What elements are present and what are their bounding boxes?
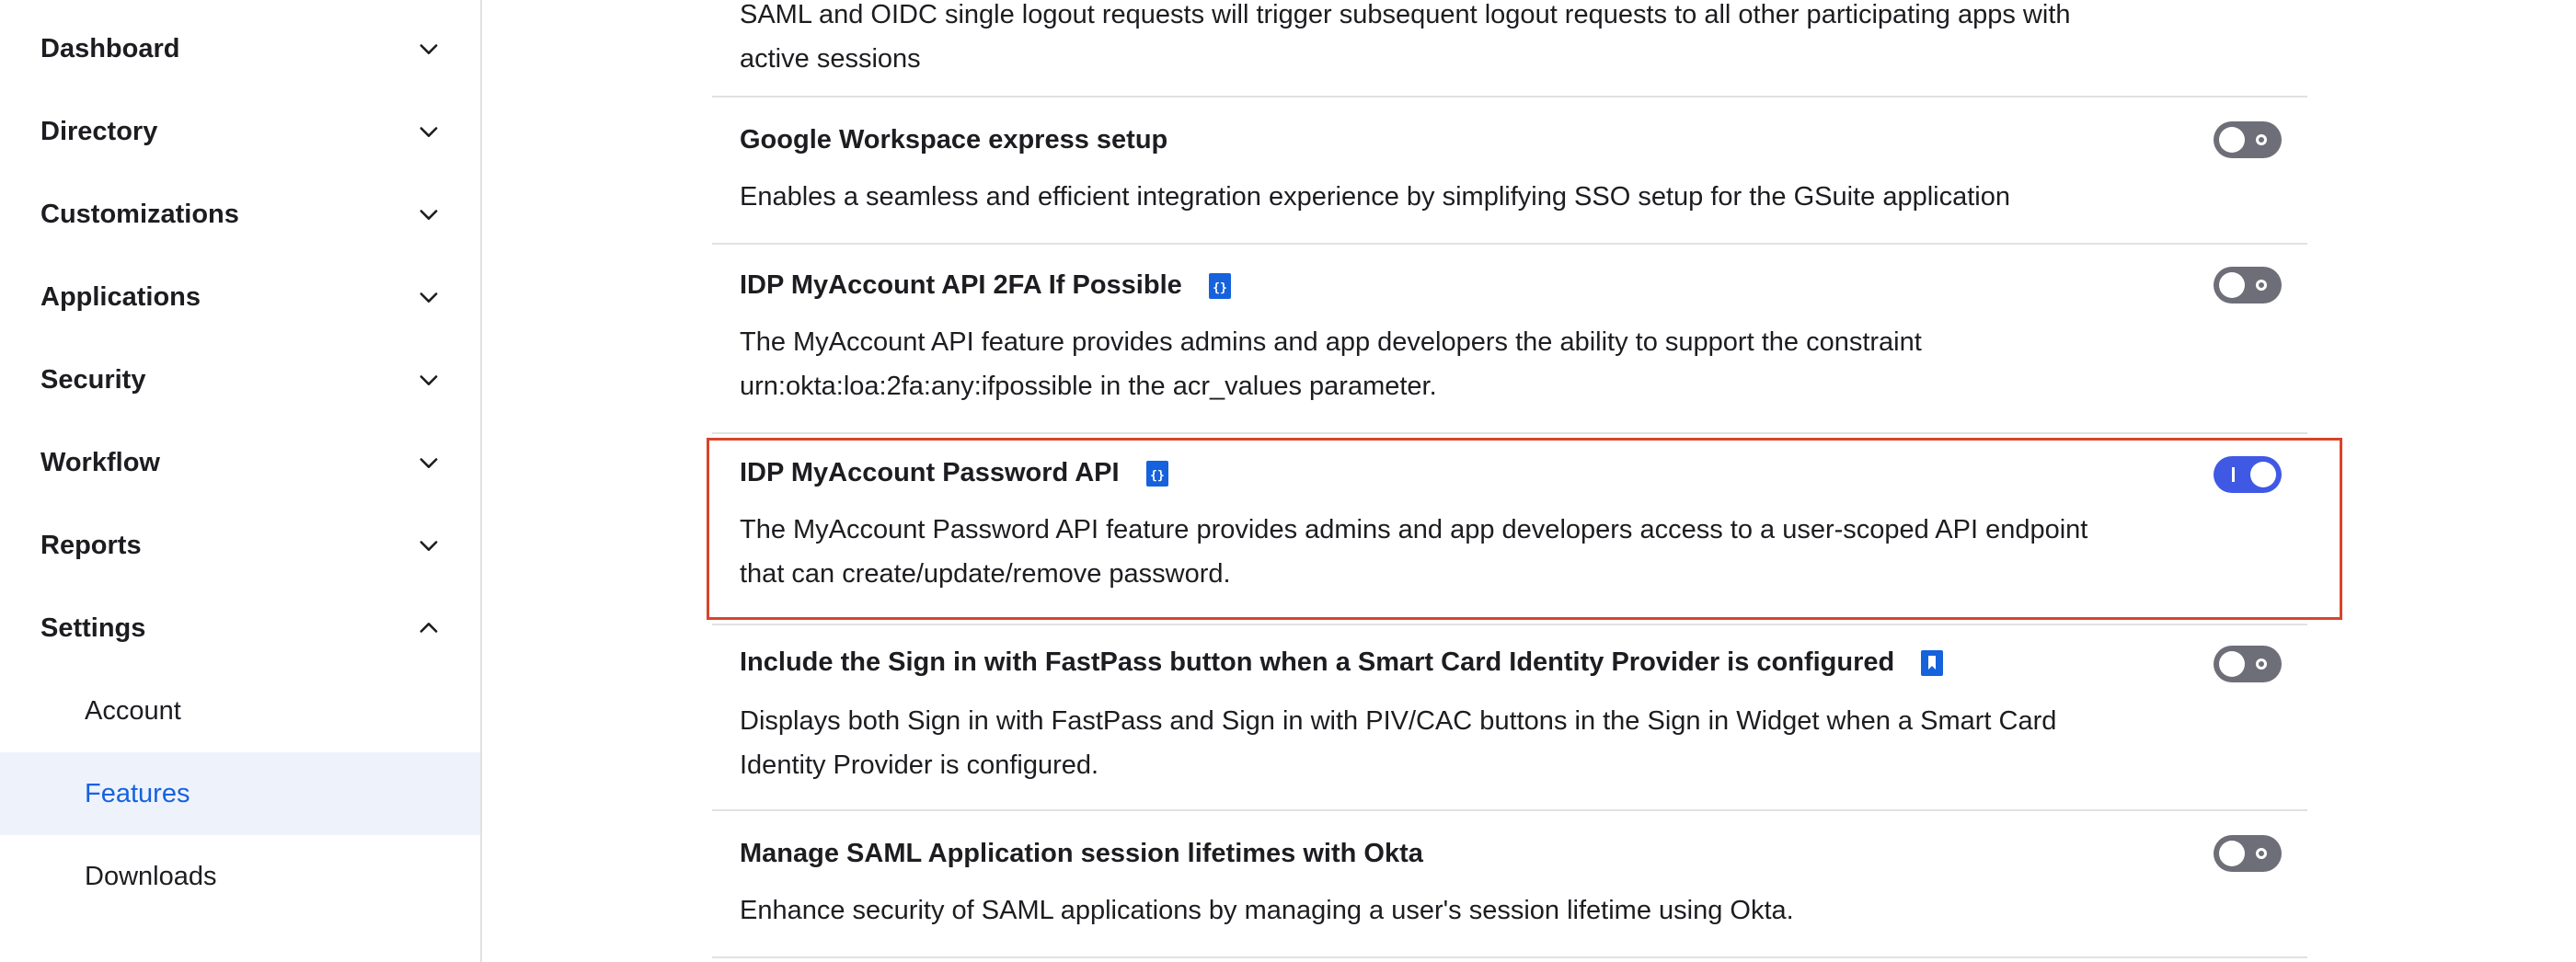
feature-row: SAML and OIDC single logout requests wil… [712, 0, 2307, 97]
chevron-down-icon [416, 284, 442, 310]
feature-toggle[interactable] [2214, 267, 2282, 303]
sidebar-item-label: Workflow [40, 447, 160, 477]
sidebar-item-label: Applications [40, 281, 201, 312]
sidebar-item-label: Reports [40, 530, 142, 560]
sidebar-item-settings[interactable]: Settings [0, 587, 480, 670]
bookmark-badge-icon[interactable] [1920, 649, 1944, 677]
feature-title-text: IDP MyAccount Password API [740, 458, 1120, 487]
toggle-off-icon [2256, 659, 2267, 670]
feature-toggle[interactable] [2214, 456, 2282, 493]
chevron-up-icon [416, 615, 442, 641]
feature-row: Manage SAML Application session lifetime… [712, 811, 2307, 958]
feature-row: Google Workspace express setup Enables a… [712, 97, 2307, 245]
api-badge-icon[interactable]: {} [1145, 460, 1169, 487]
chevron-down-icon [416, 36, 442, 62]
feature-description: Enhance security of SAML applications by… [740, 896, 1794, 925]
sidebar-item-customizations[interactable]: Customizations [0, 173, 480, 256]
toggle-knob [2250, 462, 2276, 487]
chevron-down-icon [416, 450, 442, 475]
sidebar-subitem-label: Features [85, 778, 190, 808]
chevron-down-icon [416, 119, 442, 144]
sidebar-item-dashboard[interactable]: Dashboard [0, 7, 480, 90]
chevron-down-icon [416, 533, 442, 558]
toggle-off-icon [2256, 848, 2267, 859]
feature-title-text: Include the Sign in with FastPass button… [740, 647, 1895, 677]
feature-description: Enables a seamless and efficient integra… [740, 182, 2010, 212]
sidebar-subitem-label: Downloads [85, 861, 217, 891]
svg-text:{}: {} [1213, 281, 1227, 295]
feature-description: SAML and OIDC single logout requests wil… [740, 0, 2071, 74]
toggle-on-icon [2232, 467, 2235, 482]
sidebar-item-label: Settings [40, 613, 146, 643]
chevron-down-icon [416, 201, 442, 227]
sidebar-item-label: Directory [40, 116, 158, 146]
sidebar-item-directory[interactable]: Directory [0, 90, 480, 173]
sidebar-item-reports[interactable]: Reports [0, 504, 480, 587]
svg-text:{}: {} [1150, 469, 1165, 483]
sidebar-item-label: Security [40, 364, 146, 395]
feature-description: The MyAccount API feature provides admin… [740, 327, 1922, 401]
sidebar-subitem-account[interactable]: Account [0, 670, 480, 752]
features-list: SAML and OIDC single logout requests wil… [482, 0, 2576, 962]
feature-toggle[interactable] [2214, 835, 2282, 872]
api-badge-icon[interactable]: {} [1208, 272, 1232, 300]
feature-row: Include the Sign in with FastPass button… [712, 625, 2307, 811]
toggle-knob [2219, 272, 2245, 298]
feature-title: IDP MyAccount API 2FA If Possible {} [740, 270, 1232, 301]
sidebar-item-label: Customizations [40, 199, 239, 229]
toggle-off-icon [2256, 280, 2267, 291]
feature-title: Google Workspace express setup [740, 125, 1167, 155]
feature-title: Manage SAML Application session lifetime… [740, 839, 1423, 869]
sidebar-item-security[interactable]: Security [0, 338, 480, 421]
feature-title: Include the Sign in with FastPass button… [740, 647, 1944, 678]
feature-description: Displays both Sign in with FastPass and … [740, 706, 2057, 780]
sidebar-item-label: Dashboard [40, 33, 180, 63]
toggle-off-icon [2256, 134, 2267, 145]
sidebar-item-workflow[interactable]: Workflow [0, 421, 480, 504]
feature-row: IDP MyAccount API 2FA If Possible {} The… [712, 245, 2307, 434]
sidebar-subitem-downloads[interactable]: Downloads [0, 835, 480, 918]
sidebar-item-applications[interactable]: Applications [0, 256, 480, 338]
feature-title-text: IDP MyAccount API 2FA If Possible [740, 270, 1182, 300]
feature-title-text: Google Workspace express setup [740, 125, 1168, 155]
sidebar: Dashboard Directory Customizations Appli… [0, 0, 482, 962]
feature-description: The MyAccount Password API feature provi… [740, 515, 2088, 589]
chevron-down-icon [416, 367, 442, 393]
feature-title-text: Manage SAML Application session lifetime… [740, 839, 1423, 868]
feature-title: IDP MyAccount Password API {} [740, 458, 1169, 488]
toggle-knob [2219, 127, 2245, 153]
toggle-knob [2219, 841, 2245, 866]
feature-toggle[interactable] [2214, 646, 2282, 682]
feature-row-highlighted: IDP MyAccount Password API {} The MyAcco… [712, 434, 2307, 625]
sidebar-subitem-features[interactable]: Features [0, 752, 480, 835]
sidebar-subitem-label: Account [85, 695, 181, 726]
feature-toggle[interactable] [2214, 121, 2282, 158]
toggle-knob [2219, 651, 2245, 677]
